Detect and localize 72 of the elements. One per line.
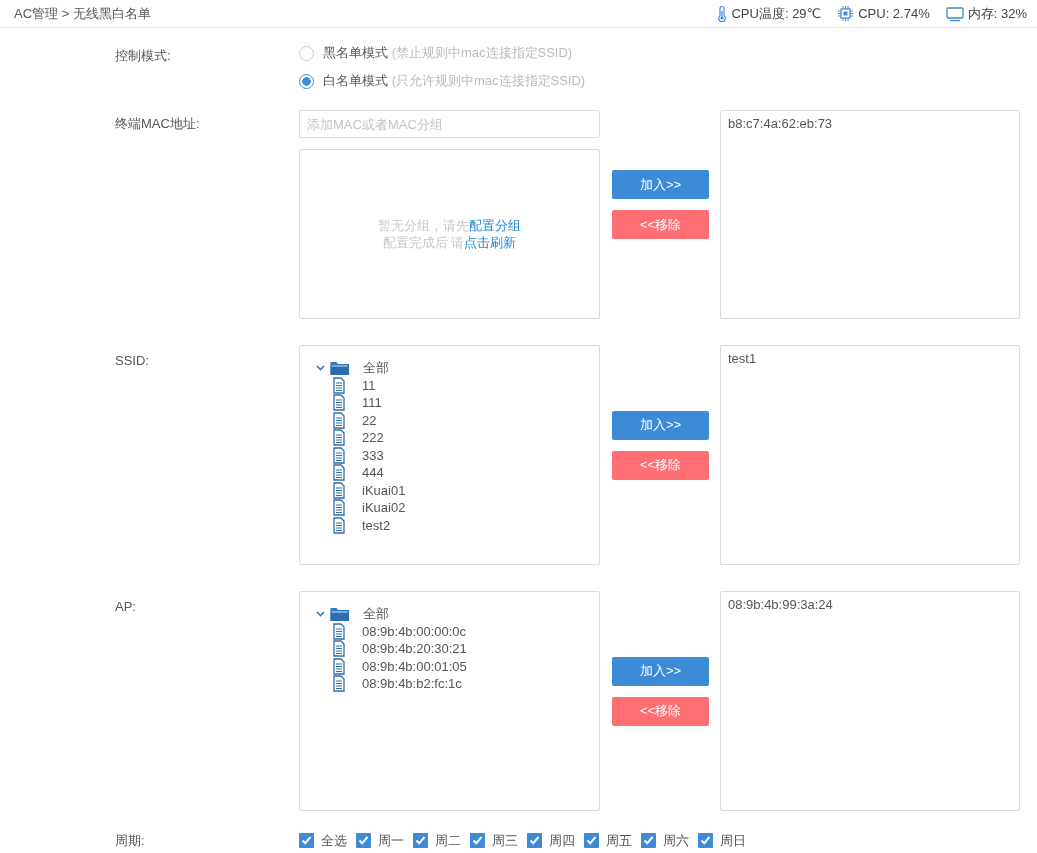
document-icon: [333, 376, 345, 394]
selected-item[interactable]: test1: [728, 349, 1012, 369]
add-button[interactable]: 加入>>: [612, 170, 709, 199]
tree-item[interactable]: 08:9b:4b:00:01:05: [362, 657, 467, 675]
field-label: 终端MAC地址:: [115, 115, 200, 133]
checkbox-label[interactable]: 周五: [606, 831, 632, 851]
tree-item[interactable]: 222: [362, 429, 384, 447]
add-button[interactable]: 加入>>: [612, 410, 709, 440]
document-icon: [333, 516, 345, 534]
breadcrumb: AC管理 > 无线黑白名单: [14, 4, 151, 23]
tree-item[interactable]: 全部: [363, 359, 389, 377]
monitor-icon: [945, 5, 964, 22]
checkbox[interactable]: [299, 833, 314, 849]
tree-item[interactable]: 08:9b:4b:20:30:21: [362, 640, 467, 658]
document-icon: [333, 464, 345, 482]
document-icon: [333, 411, 345, 429]
folder-icon: [330, 359, 350, 376]
document-icon: [333, 499, 345, 517]
expand-caret-icon[interactable]: [316, 363, 325, 372]
tree-item[interactable]: 111: [362, 394, 382, 412]
refresh-link[interactable]: 配置分组: [469, 218, 521, 233]
field-label: 周期:: [115, 833, 145, 848]
checkbox[interactable]: [356, 833, 371, 849]
tree-item[interactable]: test2: [362, 516, 391, 534]
document-icon: [333, 481, 345, 499]
checkbox[interactable]: [413, 833, 428, 849]
chip-icon: [837, 5, 855, 22]
folder-icon: [330, 605, 350, 622]
document-icon: [333, 640, 345, 658]
thermometer-icon: [717, 5, 728, 22]
checkbox[interactable]: [527, 833, 542, 849]
tree-item[interactable]: 08:9b:4b:b2:fc:1c: [362, 675, 462, 693]
radio-label[interactable]: 黑名单模式 (禁止规则中mac连接指定SSID): [323, 43, 573, 63]
checkbox[interactable]: [698, 833, 713, 849]
status-text: CPU温度: 29℃: [731, 4, 822, 23]
radio-button[interactable]: [299, 73, 314, 89]
tree-item[interactable]: 22: [362, 411, 377, 429]
checkbox-label[interactable]: 周二: [435, 831, 461, 851]
add-button[interactable]: 加入>>: [612, 656, 709, 686]
checkbox-label[interactable]: 周三: [492, 831, 518, 851]
tree-item[interactable]: 333: [362, 446, 384, 464]
status-text: 内存: 32%: [967, 4, 1027, 23]
mac-input-field[interactable]: 添加MAC或者MAC分组: [299, 110, 600, 138]
document-icon: [333, 675, 345, 693]
selected-item[interactable]: 08:9b:4b:99:3a:24: [728, 595, 1012, 615]
expand-caret-icon[interactable]: [316, 609, 325, 618]
tree-item[interactable]: 11: [362, 376, 376, 394]
field-label: AP:: [115, 598, 136, 616]
document-icon: [333, 446, 345, 464]
document-icon: [333, 657, 345, 675]
checkbox-label[interactable]: 周四: [549, 831, 575, 851]
selected-item[interactable]: b8:c7:4a:62:eb:73: [728, 114, 1012, 134]
checkbox-label[interactable]: 周日: [720, 831, 746, 851]
document-icon: [333, 394, 345, 412]
checkbox[interactable]: [470, 833, 485, 849]
radio-label[interactable]: 白名单模式 (只允许规则中mac连接指定SSID): [323, 71, 586, 91]
tree-item[interactable]: iKuai02: [362, 499, 406, 517]
checkbox-label[interactable]: 全选: [321, 831, 347, 851]
refresh-link[interactable]: 点击刷新: [464, 235, 517, 250]
field-label: 控制模式:: [115, 47, 172, 62]
document-icon: [333, 622, 345, 640]
tree-item[interactable]: 08:9b:4b:00:00:0c: [362, 622, 467, 640]
field-label: SSID:: [115, 352, 149, 370]
document-icon: [333, 429, 345, 447]
checkbox-label[interactable]: 周一: [378, 831, 404, 851]
tree-item[interactable]: iKuai01: [362, 481, 406, 499]
tree-item[interactable]: 444: [362, 464, 384, 482]
checkbox[interactable]: [641, 833, 656, 849]
status-text: CPU: 2.74%: [858, 4, 930, 23]
checkbox-label[interactable]: 周六: [663, 831, 689, 851]
checkbox[interactable]: [584, 833, 599, 849]
tree-item[interactable]: 全部: [363, 605, 389, 623]
